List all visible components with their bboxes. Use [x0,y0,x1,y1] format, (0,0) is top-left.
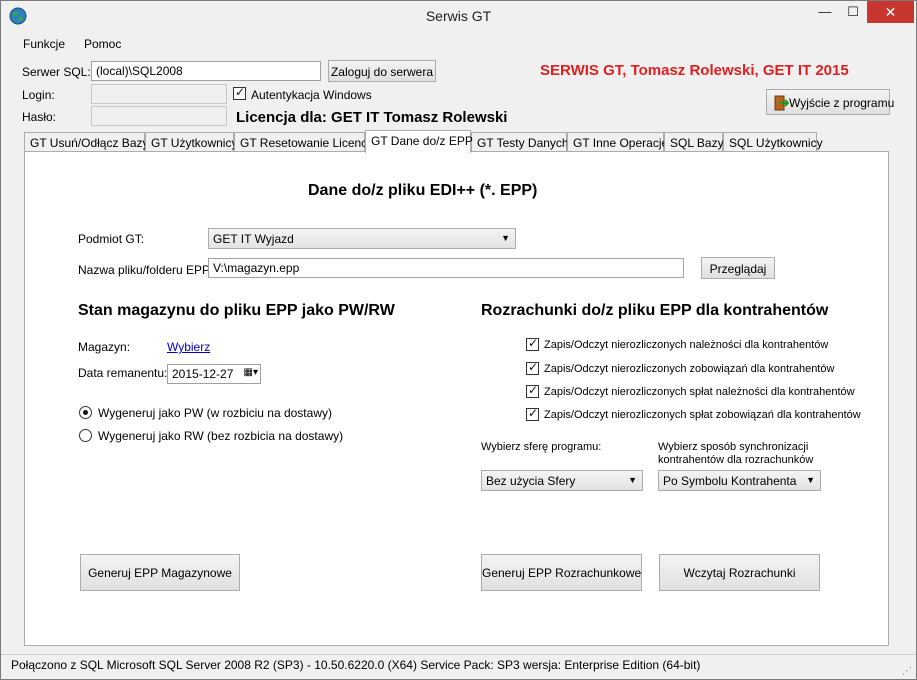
checkbox-receivable-payments-label: Zapis/Odczyt nierozliczonych spłat należ… [544,386,855,398]
close-button[interactable]: ✕ [867,1,914,23]
panel-heading: Dane do/z pliku EDI++ (*. EPP) [308,182,538,199]
calendar-icon[interactable]: ▦▾ [244,367,258,378]
radio-generate-pw[interactable] [79,406,92,419]
checkbox-receivable-payments[interactable] [526,383,539,398]
server-label: Serwer SQL: [22,65,91,79]
tab-gt-testy-danych[interactable]: GT Testy Danych [471,132,569,152]
checkbox-receivables[interactable] [526,336,539,351]
maximize-button[interactable]: ☐ [839,1,867,23]
inventory-date-value: 2015-12-27 [172,367,234,381]
tab-gt-uzytkownicy[interactable]: GT Użytkownicy [145,132,237,152]
warehouse-select-link[interactable]: Wybierz [167,340,210,354]
windows-auth-label: Autentykacja Windows [251,88,372,102]
menu-funkcje[interactable]: Funkcje [23,37,65,51]
checkbox-liability-payments-label: Zapis/Odczyt nierozliczonych spłat zobow… [544,409,861,421]
title-bar: Serwis GT — ☐ ✕ [1,1,916,31]
generate-stock-epp-button[interactable]: Generuj EPP Magazynowe [80,554,240,591]
status-bar: Połączono z SQL Microsoft SQL Server 200… [1,654,916,679]
app-window: Serwis GT — ☐ ✕ Funkcje Pomoc Serwer SQL… [0,0,917,680]
tab-gt-resetowanie-licencji[interactable]: GT Resetowanie Licencji [234,132,373,152]
chevron-down-icon: ▼ [628,475,637,485]
generate-settlements-epp-button[interactable]: Generuj EPP Rozrachunkowe [481,554,642,591]
file-input[interactable]: V:\magazyn.epp [208,258,684,278]
checkbox-receivables-label: Zapis/Odczyt nierozliczonych należności … [544,339,829,351]
tab-gt-dane-epp[interactable]: GT Dane do/z EPP [365,130,473,153]
radio-generate-rw[interactable] [79,429,92,442]
subject-select[interactable]: GET IT Wyjazd ▼ [208,228,516,249]
stock-heading: Stan magazynu do pliku EPP jako PW/RW [78,302,395,319]
load-settlements-button[interactable]: Wczytaj Rozrachunki [659,554,820,591]
subject-label: Podmiot GT: [78,232,145,246]
sphere-select-value: Bez użycia Sfery [486,474,576,488]
inventory-date-picker[interactable]: 2015-12-27 ▦▾ [167,364,261,384]
exit-door-icon [774,95,789,111]
login-input[interactable] [91,84,227,104]
chevron-down-icon: ▼ [806,475,815,485]
exit-button-label: Wyjście z programu [789,96,895,110]
checkbox-liability-payments[interactable] [526,406,539,421]
sync-select-value: Po Symbolu Kontrahenta [663,474,797,488]
sphere-select[interactable]: Bez użycia Sfery ▼ [481,470,643,491]
status-text: Połączono z SQL Microsoft SQL Server 200… [11,658,701,672]
radio-generate-pw-label: Wygeneruj jako PW (w rozbiciu na dostawy… [98,406,332,420]
browse-button[interactable]: Przeglądaj [701,257,775,279]
warehouse-label: Magazyn: [78,340,131,354]
inventory-date-label: Data remanentu: [78,366,168,380]
sphere-label: Wybierz sferę programu: [481,441,602,453]
subject-select-value: GET IT Wyjazd [213,232,294,246]
password-label: Hasło: [22,110,57,124]
tab-sql-uzytkownicy[interactable]: SQL Użytkownicy [723,132,823,152]
chevron-down-icon: ▼ [501,233,510,243]
login-label: Login: [22,88,55,102]
menu-pomoc[interactable]: Pomoc [84,37,121,51]
windows-auth-checkbox[interactable] [233,85,246,100]
exit-button[interactable]: Wyjście z programu [766,89,894,115]
sync-label-line-2: kontrahentów dla rozrachunków [658,454,814,466]
server-input[interactable]: (local)\SQL2008 [91,61,321,81]
resize-grip-icon[interactable]: ⋰ [902,666,912,677]
sync-select[interactable]: Po Symbolu Kontrahenta ▼ [658,470,821,491]
file-label: Nazwa pliku/folderu EPP: [78,263,214,277]
minimize-button[interactable]: — [811,1,839,23]
tab-sql-bazy[interactable]: SQL Bazy [664,132,724,152]
login-server-button[interactable]: Zaloguj do serwera [328,60,436,82]
license-text: Licencja dla: GET IT Tomasz Rolewski [236,109,508,126]
tab-panel-epp: Dane do/z pliku EDI++ (*. EPP) Podmiot G… [24,151,889,646]
password-input[interactable] [91,106,227,126]
tab-gt-usun-odlacz[interactable]: GT Usuń/Odłącz Bazy [24,132,149,152]
brand-text: SERWIS GT, Tomasz Rolewski, GET IT 2015 [540,62,849,79]
window-title: Serwis GT [425,8,492,24]
radio-generate-rw-label: Wygeneruj jako RW (bez rozbicia na dosta… [98,429,344,443]
checkbox-liabilities-label: Zapis/Odczyt nierozliczonych zobowiązań … [544,363,835,375]
settlements-heading: Rozrachunki do/z pliku EPP dla kontrahen… [481,302,829,319]
sync-label-line-1: Wybierz sposób synchronizacji [658,441,809,453]
tab-gt-inne-operacje[interactable]: GT Inne Operacje [567,132,668,152]
checkbox-liabilities[interactable] [526,360,539,375]
